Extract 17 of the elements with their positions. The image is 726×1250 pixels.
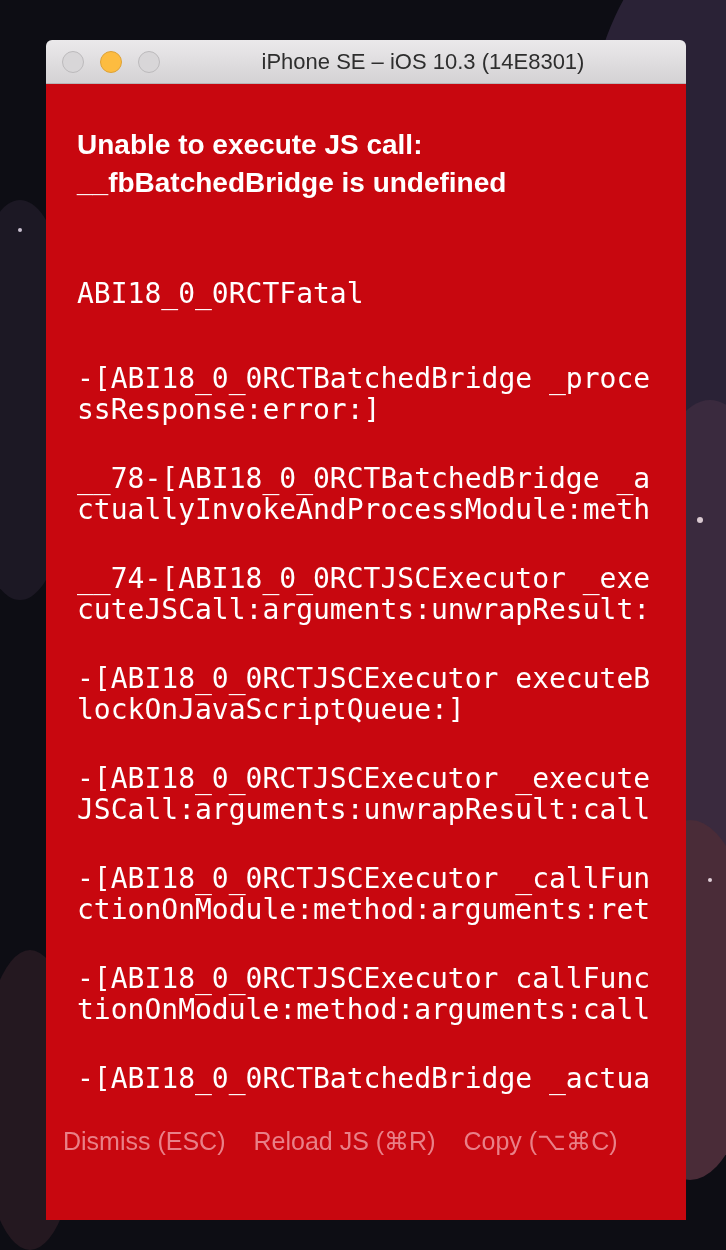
stack-frame: __78-[ABI18_0_0RCTBatchedBridge _actuallyInvokeAndProcessModule:meth: [77, 463, 651, 525]
zoom-button[interactable]: [138, 50, 160, 73]
window-title: iPhone SE – iOS 10.3 (14E8301): [260, 48, 586, 75]
action-button[interactable]: Copy (⌥⌘C): [463, 1123, 618, 1160]
stack-frame: -[ABI18_0_0RCTJSCExecutor executeBlockOnJavaScriptQueue:]: [77, 663, 651, 725]
action-button[interactable]: Dismiss (ESC): [63, 1123, 226, 1160]
close-button[interactable]: [62, 50, 84, 73]
error-message: Unable to execute JS call: __fbBatchedBridge is undefined: [77, 128, 508, 200]
minimize-button[interactable]: [100, 50, 122, 73]
stack-frame: -[ABI18_0_0RCTBatchedBridge _actua: [77, 1063, 651, 1094]
action-button[interactable]: Reload JS (⌘R): [253, 1123, 436, 1160]
stack-frame: -[ABI18_0_0RCTJSCExecutor callFunctionOnModule:method:arguments:call: [77, 963, 651, 1025]
stack-frame: ABI18_0_0RCTFatal: [77, 278, 651, 309]
stack-frame: __74-[ABI18_0_0RCTJSCExecutor _executeJSCall:arguments:unwrapResult:: [77, 563, 651, 625]
stack-frame: -[ABI18_0_0RCTJSCExecutor _callFunctionOnModule:method:arguments:ret: [77, 863, 651, 925]
stack-frame: -[ABI18_0_0RCTBatchedBridge _processResponse:error:]: [77, 363, 651, 425]
stack-frame: -[ABI18_0_0RCTJSCExecutor _executeJSCall:arguments:unwrapResult:call: [77, 763, 651, 825]
